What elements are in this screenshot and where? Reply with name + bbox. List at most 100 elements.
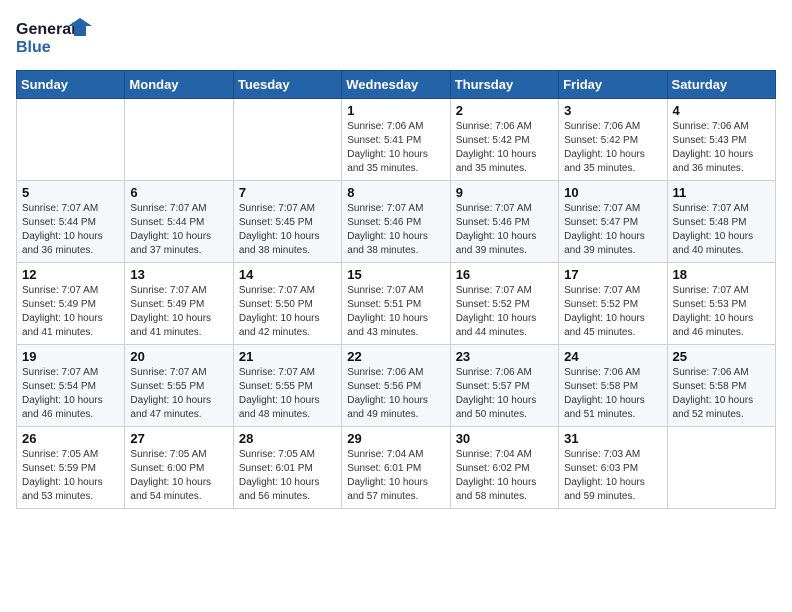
- day-info: Sunrise: 7:07 AM Sunset: 5:47 PM Dayligh…: [564, 202, 661, 258]
- day-number: 20: [130, 349, 227, 364]
- day-number: 3: [564, 103, 661, 118]
- day-number: 28: [239, 431, 336, 446]
- day-number: 2: [456, 103, 553, 118]
- calendar-cell: 4Sunrise: 7:06 AM Sunset: 5:43 PM Daylig…: [667, 99, 775, 181]
- svg-text:Blue: Blue: [16, 39, 51, 56]
- day-info: Sunrise: 7:07 AM Sunset: 5:49 PM Dayligh…: [130, 284, 227, 340]
- calendar-cell: 29 Sunrise: 7:04 AM Sunset: 6:01 PM Dayli…: [342, 427, 450, 509]
- calendar-cell: 22 Sunrise: 7:06 AM Sunset: 5:56 PM Dayli…: [342, 345, 450, 427]
- calendar-cell: 9 Sunrise: 7:07 AM Sunset: 5:46 PM Daylig…: [450, 181, 558, 263]
- day-info: Sunrise: 7:07 AM Sunset: 5:46 PM Dayligh…: [456, 202, 553, 258]
- calendar-cell: 13 Sunrise: 7:07 AM Sunset: 5:49 PM Dayli…: [125, 263, 233, 345]
- logo: GeneralBlue: [16, 16, 96, 58]
- day-number: 7: [239, 185, 336, 200]
- day-number: 27: [130, 431, 227, 446]
- calendar-cell: [125, 99, 233, 181]
- day-info: Sunrise: 7:06 AM Sunset: 5:58 PM Dayligh…: [564, 366, 661, 422]
- svg-text:General: General: [16, 21, 76, 38]
- calendar-cell: 23 Sunrise: 7:06 AM Sunset: 5:57 PM Dayli…: [450, 345, 558, 427]
- calendar-cell: 27 Sunrise: 7:05 AM Sunset: 6:00 PM Dayli…: [125, 427, 233, 509]
- weekday-header-monday: Monday: [125, 71, 233, 99]
- calendar-cell: 28Sunrise: 7:05 AM Sunset: 6:01 PM Dayli…: [233, 427, 341, 509]
- calendar-cell: [233, 99, 341, 181]
- day-number: 9: [456, 185, 553, 200]
- day-number: 16: [456, 267, 553, 282]
- week-row-2: 5 Sunrise: 7:07 AM Sunset: 5:44 PM Daylig…: [17, 181, 776, 263]
- week-row-3: 12 Sunrise: 7:07 AM Sunset: 5:49 PM Dayli…: [17, 263, 776, 345]
- day-info: Sunrise: 7:06 AM Sunset: 5:56 PM Dayligh…: [347, 366, 444, 422]
- day-number: 24: [564, 349, 661, 364]
- day-info: Sunrise: 7:04 AM Sunset: 6:01 PM Dayligh…: [347, 448, 444, 504]
- week-row-4: 19Sunrise: 7:07 AM Sunset: 5:54 PM Dayli…: [17, 345, 776, 427]
- day-info: Sunrise: 7:07 AM Sunset: 5:52 PM Dayligh…: [456, 284, 553, 340]
- day-info: Sunrise: 7:07 AM Sunset: 5:48 PM Dayligh…: [673, 202, 770, 258]
- day-info: Sunrise: 7:03 AM Sunset: 6:03 PM Dayligh…: [564, 448, 661, 504]
- calendar-cell: 5 Sunrise: 7:07 AM Sunset: 5:44 PM Daylig…: [17, 181, 125, 263]
- weekday-header-thursday: Thursday: [450, 71, 558, 99]
- calendar-cell: 6Sunrise: 7:07 AM Sunset: 5:44 PM Daylig…: [125, 181, 233, 263]
- day-info: Sunrise: 7:07 AM Sunset: 5:53 PM Dayligh…: [673, 284, 770, 340]
- week-row-1: 1 Sunrise: 7:06 AM Sunset: 5:41 PM Daylig…: [17, 99, 776, 181]
- calendar-cell: 2 Sunrise: 7:06 AM Sunset: 5:42 PM Daylig…: [450, 99, 558, 181]
- day-info: Sunrise: 7:06 AM Sunset: 5:57 PM Dayligh…: [456, 366, 553, 422]
- calendar-cell: 11 Sunrise: 7:07 AM Sunset: 5:48 PM Dayli…: [667, 181, 775, 263]
- day-info: Sunrise: 7:07 AM Sunset: 5:55 PM Dayligh…: [130, 366, 227, 422]
- day-number: 29: [347, 431, 444, 446]
- day-info: Sunrise: 7:05 AM Sunset: 6:00 PM Dayligh…: [130, 448, 227, 504]
- calendar-table: SundayMondayTuesdayWednesdayThursdayFrid…: [16, 70, 776, 509]
- page-header: GeneralBlue: [16, 16, 776, 58]
- day-info: Sunrise: 7:06 AM Sunset: 5:41 PM Dayligh…: [347, 120, 444, 176]
- weekday-header-friday: Friday: [559, 71, 667, 99]
- day-number: 31: [564, 431, 661, 446]
- calendar-cell: 10 Sunrise: 7:07 AM Sunset: 5:47 PM Dayli…: [559, 181, 667, 263]
- calendar-cell: 12 Sunrise: 7:07 AM Sunset: 5:49 PM Dayli…: [17, 263, 125, 345]
- calendar-cell: 20 Sunrise: 7:07 AM Sunset: 5:55 PM Dayli…: [125, 345, 233, 427]
- calendar-cell: 7 Sunrise: 7:07 AM Sunset: 5:45 PM Daylig…: [233, 181, 341, 263]
- weekday-header-wednesday: Wednesday: [342, 71, 450, 99]
- day-number: 13: [130, 267, 227, 282]
- calendar-cell: 16 Sunrise: 7:07 AM Sunset: 5:52 PM Dayli…: [450, 263, 558, 345]
- day-info: Sunrise: 7:07 AM Sunset: 5:50 PM Dayligh…: [239, 284, 336, 340]
- day-number: 21: [239, 349, 336, 364]
- day-number: 26: [22, 431, 119, 446]
- day-number: 11: [673, 185, 770, 200]
- calendar-cell: 30 Sunrise: 7:04 AM Sunset: 6:02 PM Dayli…: [450, 427, 558, 509]
- day-number: 1: [347, 103, 444, 118]
- day-number: 8: [347, 185, 444, 200]
- day-info: Sunrise: 7:04 AM Sunset: 6:02 PM Dayligh…: [456, 448, 553, 504]
- day-number: 25: [673, 349, 770, 364]
- day-number: 4: [673, 103, 770, 118]
- calendar-cell: 17Sunrise: 7:07 AM Sunset: 5:52 PM Dayli…: [559, 263, 667, 345]
- day-number: 22: [347, 349, 444, 364]
- day-number: 5: [22, 185, 119, 200]
- day-info: Sunrise: 7:07 AM Sunset: 5:54 PM Dayligh…: [22, 366, 119, 422]
- day-info: Sunrise: 7:06 AM Sunset: 5:42 PM Dayligh…: [456, 120, 553, 176]
- weekday-header-tuesday: Tuesday: [233, 71, 341, 99]
- day-number: 10: [564, 185, 661, 200]
- weekday-header-sunday: Sunday: [17, 71, 125, 99]
- day-info: Sunrise: 7:07 AM Sunset: 5:51 PM Dayligh…: [347, 284, 444, 340]
- calendar-cell: 18 Sunrise: 7:07 AM Sunset: 5:53 PM Dayli…: [667, 263, 775, 345]
- day-number: 12: [22, 267, 119, 282]
- day-number: 30: [456, 431, 553, 446]
- day-number: 23: [456, 349, 553, 364]
- calendar-cell: 15Sunrise: 7:07 AM Sunset: 5:51 PM Dayli…: [342, 263, 450, 345]
- day-number: 14: [239, 267, 336, 282]
- calendar-cell: 19Sunrise: 7:07 AM Sunset: 5:54 PM Dayli…: [17, 345, 125, 427]
- day-number: 18: [673, 267, 770, 282]
- week-row-5: 26Sunrise: 7:05 AM Sunset: 5:59 PM Dayli…: [17, 427, 776, 509]
- day-info: Sunrise: 7:06 AM Sunset: 5:42 PM Dayligh…: [564, 120, 661, 176]
- calendar-cell: 26Sunrise: 7:05 AM Sunset: 5:59 PM Dayli…: [17, 427, 125, 509]
- day-info: Sunrise: 7:07 AM Sunset: 5:46 PM Dayligh…: [347, 202, 444, 258]
- calendar-cell: [667, 427, 775, 509]
- day-number: 6: [130, 185, 227, 200]
- calendar-cell: 31 Sunrise: 7:03 AM Sunset: 6:03 PM Dayli…: [559, 427, 667, 509]
- day-info: Sunrise: 7:07 AM Sunset: 5:44 PM Dayligh…: [22, 202, 119, 258]
- calendar-cell: 25Sunrise: 7:06 AM Sunset: 5:58 PM Dayli…: [667, 345, 775, 427]
- day-number: 17: [564, 267, 661, 282]
- calendar-cell: 1 Sunrise: 7:06 AM Sunset: 5:41 PM Daylig…: [342, 99, 450, 181]
- weekday-header-saturday: Saturday: [667, 71, 775, 99]
- logo-icon: GeneralBlue: [16, 16, 96, 58]
- day-info: Sunrise: 7:07 AM Sunset: 5:49 PM Dayligh…: [22, 284, 119, 340]
- day-info: Sunrise: 7:07 AM Sunset: 5:45 PM Dayligh…: [239, 202, 336, 258]
